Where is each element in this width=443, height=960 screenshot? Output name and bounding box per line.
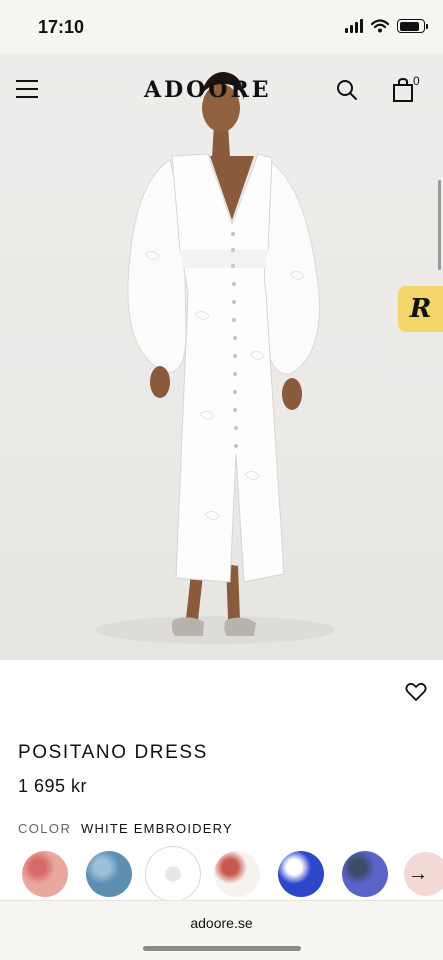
color-swatch-list [22, 851, 388, 897]
product-title: POSITANO DRESS [18, 742, 208, 763]
product-price: 1 695 kr [18, 776, 88, 796]
color-swatch-coral-floral[interactable] [22, 851, 68, 897]
color-label: COLOR [18, 821, 72, 836]
url-text[interactable]: adoore.se [0, 915, 443, 931]
status-time: 17:10 [38, 17, 85, 37]
status-bar: 17:10 [0, 0, 443, 54]
selected-color-value: WHITE EMBROIDERY [81, 821, 233, 836]
cellular-signal-icon [345, 19, 363, 33]
cart-count-badge: 0 [413, 74, 420, 88]
search-icon[interactable] [336, 79, 358, 101]
color-swatch-white-red-print[interactable] [214, 851, 260, 897]
home-indicator[interactable] [143, 946, 301, 951]
product-image[interactable] [0, 54, 443, 660]
browser-address-bar[interactable]: adoore.se [0, 900, 443, 960]
status-icons [345, 19, 428, 33]
shopping-bag-icon[interactable] [392, 78, 414, 102]
hamburger-menu-icon[interactable] [16, 80, 38, 98]
color-swatch-blue-watercolor[interactable] [86, 851, 132, 897]
swatch-next-arrow-icon[interactable]: → [404, 852, 443, 896]
wishlist-heart-icon[interactable] [405, 682, 427, 702]
color-swatch-white-embroidery[interactable] [150, 851, 196, 897]
r-logo-icon: R [409, 294, 432, 324]
color-swatch-cobalt-white-print[interactable] [278, 851, 324, 897]
dress-model-illustration [95, 72, 335, 644]
battery-level [399, 21, 420, 31]
site-logo[interactable]: ADOORE [144, 77, 272, 103]
battery-icon [397, 19, 428, 33]
scrollbar-thumb[interactable] [438, 180, 441, 270]
color-swatch-periwinkle-print[interactable] [342, 851, 388, 897]
wifi-icon [371, 19, 389, 33]
reviews-widget-button[interactable]: R [398, 286, 443, 332]
